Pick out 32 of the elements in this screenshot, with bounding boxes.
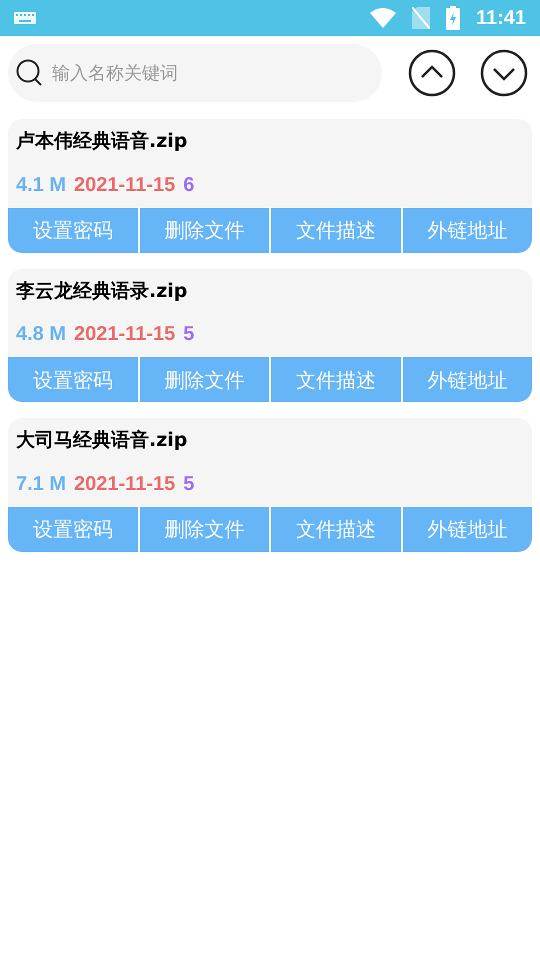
battery-charging-icon [446, 6, 460, 30]
file-date: 2021-11-15 [74, 172, 176, 198]
search-field[interactable]: 输入名称关键词 [8, 44, 382, 102]
no-sim-icon [412, 7, 430, 29]
action-button[interactable]: 设置密码 [8, 357, 138, 402]
action-button[interactable]: 删除文件 [140, 357, 269, 402]
file-count: 6 [183, 172, 194, 198]
action-button[interactable]: 文件描述 [271, 506, 400, 552]
file-name: 李云龙经典语录.zip [14, 278, 188, 304]
action-button[interactable]: 外链地址 [402, 208, 532, 252]
scroll-down-button[interactable] [480, 49, 528, 97]
file-count: 5 [183, 472, 194, 496]
action-button[interactable]: 删除文件 [140, 208, 269, 252]
scroll-up-button[interactable] [408, 49, 456, 97]
file-count: 5 [183, 322, 194, 347]
action-button[interactable]: 外链地址 [402, 357, 532, 402]
action-button[interactable]: 设置密码 [8, 208, 138, 252]
action-button[interactable]: 文件描述 [271, 208, 400, 252]
file-size: 4.8 M [16, 322, 66, 347]
action-button[interactable]: 外链地址 [402, 506, 532, 552]
action-button[interactable]: 删除文件 [140, 506, 269, 552]
file-name: 大司马经典语音.zip [15, 428, 188, 453]
file-date: 2021-11-15 [74, 472, 176, 496]
clock-time: 11:41 [476, 6, 526, 31]
keyboard-icon [14, 12, 36, 24]
file-name: 卢本伟经典语音.zip [14, 129, 188, 154]
wifi-icon [370, 8, 396, 28]
file-size: 4.1 M [16, 172, 66, 198]
file-date: 2021-11-15 [74, 322, 176, 347]
action-button[interactable]: 设置密码 [8, 506, 138, 552]
file-size: 7.1 M [16, 472, 66, 496]
action-button[interactable]: 文件描述 [271, 357, 400, 402]
